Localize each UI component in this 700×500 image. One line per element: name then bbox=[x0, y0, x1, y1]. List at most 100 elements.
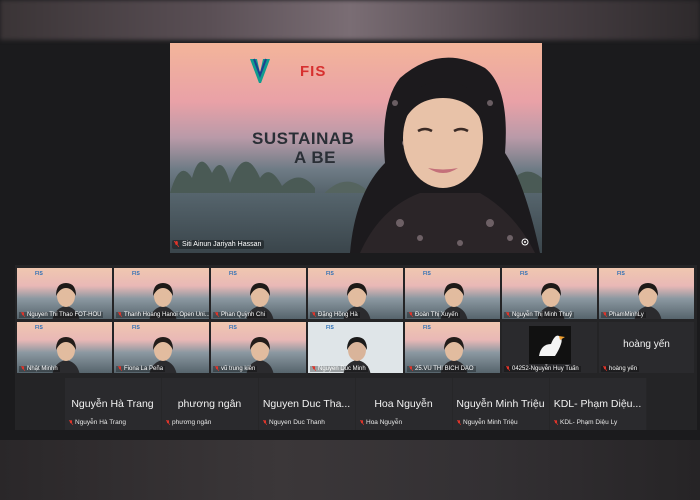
speaker-name: Siti Ainun Jariyah Hassan bbox=[182, 241, 262, 248]
participant-name: Đặng Hồng Hà bbox=[318, 312, 358, 318]
tile-logo: FIS bbox=[520, 271, 528, 277]
tile-logo: FIS bbox=[423, 325, 431, 331]
participant-display-name: Nguyễn Minh Triệu bbox=[456, 398, 545, 410]
participant-display-name: phương ngân bbox=[177, 398, 242, 410]
tile-logo: FIS bbox=[35, 271, 43, 277]
participant-tile[interactable]: FIS Thanh Hoang Hanoi Open Uni... bbox=[114, 268, 209, 319]
participant-name-tag: KDL- Phạm Diệu Ly bbox=[554, 419, 617, 426]
avatar-goose-image bbox=[529, 326, 571, 364]
participant-tile[interactable]: FIS Nguyen Duc Minh bbox=[308, 322, 403, 373]
participant-name-tag: Hoa Nguyễn bbox=[360, 419, 402, 426]
participant-name: Nguyễn Thị Minh Thuỷ bbox=[512, 312, 573, 318]
more-options-icon[interactable] bbox=[521, 238, 529, 246]
participant-display-name: Nguyễn Hà Trang bbox=[71, 398, 154, 410]
participant-tile[interactable]: Nguyễn Minh Triệu Nguyễn Minh Triệu bbox=[453, 378, 549, 430]
participant-name-tag: PhamMinhLy bbox=[601, 312, 646, 318]
mic-muted-icon bbox=[360, 420, 364, 425]
participant-tile[interactable]: FIS Nhật Minhh bbox=[17, 322, 112, 373]
mic-muted-icon bbox=[409, 312, 413, 317]
participant-name: hoàng yến bbox=[609, 366, 638, 372]
participant-name: Nguyen Duc Thanh bbox=[269, 419, 325, 426]
mic-muted-icon bbox=[263, 420, 267, 425]
participant-name: Phan Quỳnh Chi bbox=[221, 312, 266, 318]
participant-tile[interactable]: Nguyen Duc Tha... Nguyen Duc Thanh bbox=[259, 378, 355, 430]
participant-tile[interactable]: FIS Đặng Hồng Hà bbox=[308, 268, 403, 319]
mic-muted-icon bbox=[506, 366, 510, 371]
participant-name-tag: Nguyễn Thị Minh Thuỷ bbox=[504, 312, 575, 318]
participant-name: vũ trung kiên bbox=[221, 366, 256, 372]
tile-logo: FIS bbox=[229, 325, 237, 331]
participant-name-tag: Nguyễn Minh Triệu bbox=[457, 419, 518, 426]
background-blur-top bbox=[0, 0, 700, 40]
mic-muted-icon bbox=[457, 420, 461, 425]
mic-muted-icon bbox=[603, 312, 607, 317]
mic-muted-icon bbox=[174, 241, 179, 247]
participant-tile[interactable]: FIS PhamMinhLy bbox=[599, 268, 694, 319]
mic-muted-icon bbox=[215, 312, 219, 317]
participant-tile[interactable]: 04252-Nguyễn Huy Tuấn bbox=[502, 322, 597, 373]
participant-name-tag: Đoàn Thị Xuyến bbox=[407, 312, 460, 318]
tile-logo: FIS bbox=[423, 271, 431, 277]
participant-name-tag: Nguyen Duc Thanh bbox=[263, 419, 325, 426]
tile-logo: FIS bbox=[132, 325, 140, 331]
tile-logo: FIS bbox=[326, 271, 334, 277]
fis-logo-text: FIS bbox=[300, 63, 327, 80]
participant-name-tag: vũ trung kiên bbox=[213, 366, 258, 372]
participant-name: Hoa Nguyễn bbox=[366, 419, 403, 426]
participant-name: 25.VU THI BICH DAO bbox=[415, 366, 474, 372]
participant-display-name: Hoa Nguyễn bbox=[374, 398, 433, 410]
participant-tile[interactable]: FIS vũ trung kiên bbox=[211, 322, 306, 373]
participant-name: Nguyen Duc Minh bbox=[318, 366, 366, 372]
participant-tile[interactable]: phương ngân phương ngân bbox=[162, 378, 258, 430]
participant-name-tag: Nguyen Thi Thao FOT-HOU bbox=[19, 312, 104, 318]
participant-name: Nguyễn Hà Trang bbox=[75, 419, 126, 426]
mic-muted-icon bbox=[21, 366, 25, 371]
participant-tile[interactable]: KDL- Phạm Diệu... KDL- Phạm Diệu Ly bbox=[550, 378, 646, 430]
participant-tile[interactable]: Hoa Nguyễn Hoa Nguyễn bbox=[356, 378, 452, 430]
participant-tile[interactable]: FIS Fiona La Peña bbox=[114, 322, 209, 373]
participant-name: Đoàn Thị Xuyến bbox=[415, 312, 458, 318]
participant-tile[interactable]: FIS Nguyễn Thị Minh Thuỷ bbox=[502, 268, 597, 319]
participant-name: Fiona La Peña bbox=[124, 366, 164, 372]
mic-muted-icon bbox=[409, 366, 413, 371]
mic-muted-icon bbox=[554, 420, 558, 425]
participant-tile[interactable]: FIS 25.VU THI BICH DAO bbox=[405, 322, 500, 373]
mic-muted-icon bbox=[118, 312, 122, 317]
participant-tile[interactable]: FIS Phan Quỳnh Chi bbox=[211, 268, 306, 319]
participant-name-tag: Nguyen Duc Minh bbox=[310, 366, 368, 372]
participant-name: Thanh Hoang Hanoi Open Uni... bbox=[124, 312, 209, 318]
participant-display-name: KDL- Phạm Diệu... bbox=[553, 398, 642, 410]
participant-display-name: Nguyen Duc Tha... bbox=[262, 398, 351, 410]
tile-logo: FIS bbox=[132, 271, 140, 277]
participant-tile[interactable]: FIS Đoàn Thị Xuyến bbox=[405, 268, 500, 319]
participant-tile[interactable]: FIS Nguyen Thi Thao FOT-HOU bbox=[17, 268, 112, 319]
tile-logo: FIS bbox=[229, 271, 237, 277]
participant-name-tag: 04252-Nguyễn Huy Tuấn bbox=[504, 366, 581, 372]
participant-name: Nhật Minhh bbox=[27, 366, 58, 372]
participant-name: KDL- Phạm Diệu Ly bbox=[560, 419, 618, 426]
mic-muted-icon bbox=[118, 366, 122, 371]
participant-tile[interactable]: hoàng yến hoàng yến bbox=[599, 322, 694, 373]
participant-name: Nguyễn Minh Triệu bbox=[463, 419, 518, 426]
mic-muted-icon bbox=[603, 366, 607, 371]
participant-name: 04252-Nguyễn Huy Tuấn bbox=[512, 366, 579, 372]
participant-name-tag: Nhật Minhh bbox=[19, 366, 60, 372]
participant-name: PhamMinhLy bbox=[609, 312, 644, 318]
mic-muted-icon bbox=[215, 366, 219, 371]
participant-name-tag: hoàng yến bbox=[601, 366, 640, 372]
tile-logo: FIS bbox=[617, 271, 625, 277]
speaker-person bbox=[350, 57, 540, 253]
mic-muted-icon bbox=[312, 366, 316, 371]
tile-logo: FIS bbox=[326, 325, 334, 331]
background-blur-bottom bbox=[0, 440, 700, 500]
active-speaker-video[interactable]: FIS SUSTAINAB A BE Siti Ainun Jariyah Ha… bbox=[170, 43, 542, 253]
mic-muted-icon bbox=[166, 420, 170, 425]
participant-name-tag: Phan Quỳnh Chi bbox=[213, 312, 268, 318]
participant-name-tag: Thanh Hoang Hanoi Open Uni... bbox=[116, 312, 209, 318]
mic-muted-icon bbox=[506, 312, 510, 317]
participant-tile[interactable]: Nguyễn Hà Trang Nguyễn Hà Trang bbox=[65, 378, 161, 430]
speaker-name-tag: Siti Ainun Jariyah Hassan bbox=[172, 240, 265, 249]
participant-name-tag: phương ngân bbox=[166, 419, 211, 426]
participant-name-tag: Đặng Hồng Hà bbox=[310, 312, 360, 318]
participant-name: phương ngân bbox=[172, 419, 212, 426]
